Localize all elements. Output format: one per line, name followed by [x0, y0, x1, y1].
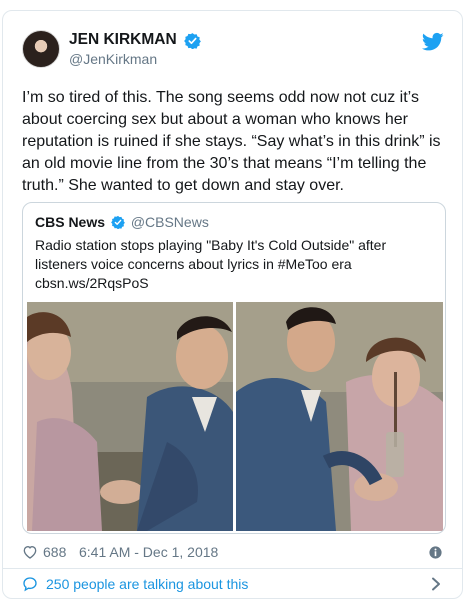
timestamp[interactable]: 6:41 AM - Dec 1, 2018 — [79, 544, 218, 560]
quoted-tweet-text: Radio station stops playing "Baby It's C… — [35, 236, 435, 293]
avatar[interactable] — [22, 30, 60, 68]
talking-count[interactable]: 250 people are talking about this — [46, 576, 248, 592]
quoted-link[interactable]: cbsn.ws/2RqsPoS — [35, 275, 149, 291]
heart-icon[interactable] — [22, 544, 38, 560]
info-icon[interactable] — [429, 546, 442, 559]
quoted-author-name: CBS News — [35, 214, 106, 230]
media-image-left[interactable] — [27, 302, 233, 531]
author-name[interactable]: JEN KIRKMAN — [69, 31, 177, 49]
twitter-bird-icon[interactable] — [422, 32, 444, 52]
embedded-tweet: JEN KIRKMAN @JenKirkman I’m so tired of … — [2, 10, 463, 599]
author-handle[interactable]: @JenKirkman — [69, 51, 201, 67]
chevron-right-icon[interactable] — [430, 577, 442, 591]
comment-icon — [23, 577, 37, 592]
quoted-media[interactable] — [27, 302, 443, 531]
tweet-text: I’m so tired of this. The song seems odd… — [22, 89, 441, 194]
quoted-tweet[interactable]: CBS News @CBSNews Radio station stops pl… — [22, 202, 446, 534]
verified-badge-icon — [111, 215, 125, 229]
author-block[interactable]: JEN KIRKMAN @JenKirkman — [69, 31, 201, 67]
like-count[interactable]: 688 — [43, 544, 66, 560]
quoted-author-handle: @CBSNews — [130, 214, 209, 230]
quoted-headline: Radio station stops playing "Baby It's C… — [35, 237, 387, 272]
quoted-tweet-header: CBS News @CBSNews — [35, 214, 209, 230]
tweet-header: JEN KIRKMAN @JenKirkman — [22, 30, 444, 70]
media-image-right[interactable] — [236, 302, 443, 531]
divider — [3, 568, 462, 569]
conversation-link[interactable]: 250 people are talking about this — [22, 573, 444, 597]
tweet-meta: 688 6:41 AM - Dec 1, 2018 — [22, 542, 444, 564]
movie-still-image — [27, 302, 233, 531]
verified-badge-icon — [184, 32, 201, 49]
movie-still-image — [236, 302, 443, 531]
